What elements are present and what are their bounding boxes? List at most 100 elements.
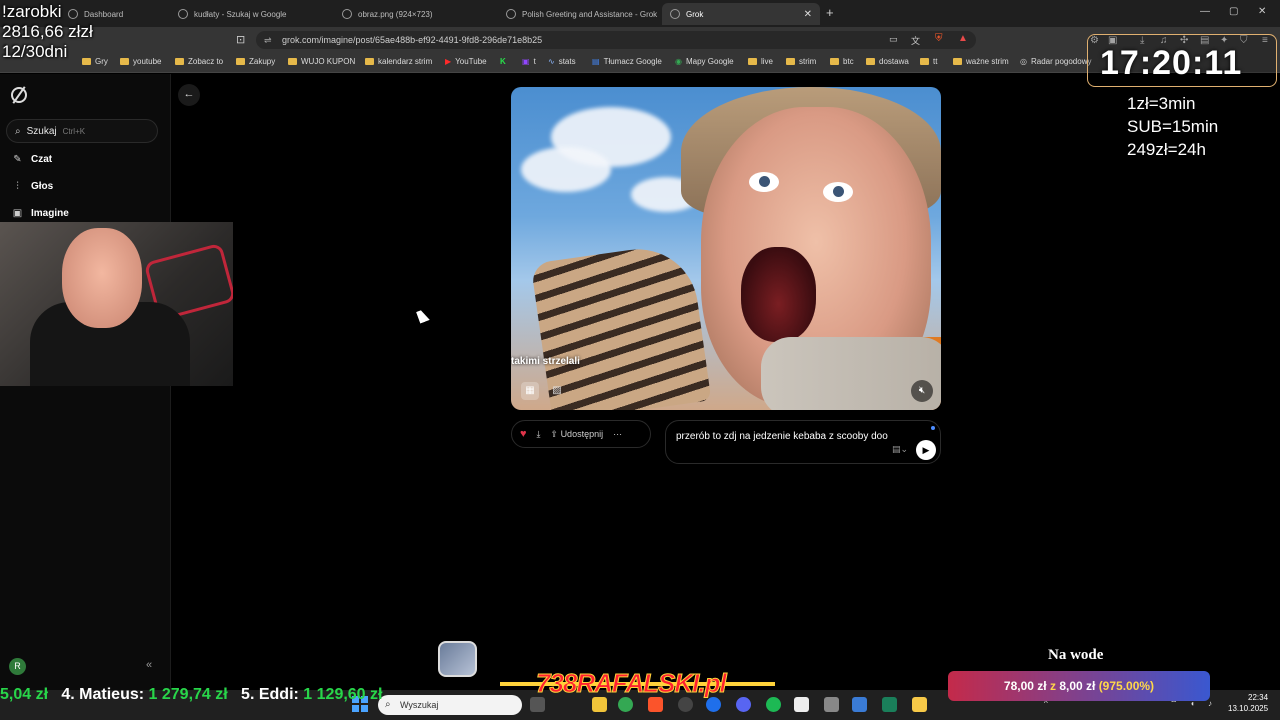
site-info-icon[interactable]: ⇌ <box>264 31 272 49</box>
bookmark-kick[interactable]: K <box>500 57 506 66</box>
folder-icon <box>953 58 962 65</box>
kick-icon: K <box>500 57 506 66</box>
app-green-icon[interactable] <box>882 697 897 712</box>
bookmark-youtube[interactable]: ▶ YouTube <box>445 57 487 66</box>
mute-icon[interactable]: 🔇︎ <box>911 380 933 402</box>
bookmark-tt[interactable]: tt <box>920 57 937 66</box>
search-icon: ⌕ <box>15 125 21 137</box>
tab-image[interactable]: obraz.png (924×723) <box>334 3 494 25</box>
bookmark-wazne[interactable]: ważne strim <box>953 57 1009 66</box>
video-mode-icon[interactable]: ▦ <box>521 382 539 400</box>
grok-icon <box>506 9 516 19</box>
tab-google-search[interactable]: kudłaty - Szukaj w Google <box>170 3 330 25</box>
stats-icon: ∿ <box>548 57 555 66</box>
sponsor-banner: 738RAFALSKI.pl <box>500 668 775 702</box>
calculator-icon[interactable] <box>824 697 839 712</box>
search-icon: ⌕ <box>385 699 391 710</box>
capcut-icon[interactable] <box>794 697 809 712</box>
tab-grok-active[interactable]: Grok ✕ <box>662 3 820 25</box>
download-icon[interactable]: ⤓ <box>537 429 541 440</box>
send-button[interactable]: ▶ <box>916 440 936 460</box>
collapse-sidebar-icon[interactable]: « <box>146 659 152 671</box>
eye <box>749 172 779 192</box>
maps-icon: ◉ <box>675 57 682 66</box>
grok-logo-icon[interactable] <box>11 87 27 103</box>
eye <box>823 182 853 202</box>
more-options-icon[interactable]: ··· <box>613 429 622 439</box>
mouth <box>741 247 816 342</box>
mode-select-icon[interactable]: ▤⌄ <box>892 444 908 455</box>
maximize-icon[interactable]: ▢ <box>1229 6 1238 17</box>
like-heart-icon[interactable]: ♥ <box>520 428 527 440</box>
grok-icon <box>670 9 680 19</box>
url-field[interactable]: ⇌ grok.com/imagine/post/65ae488b-ef92-449… <box>256 31 976 49</box>
twitch-icon: ▣ <box>522 57 530 66</box>
bookmark-kalendarz[interactable]: kalendarz strim <box>365 57 432 66</box>
translate-icon[interactable]: 文 <box>911 34 920 47</box>
edit-icon: ✎ <box>13 154 22 165</box>
bookmark-stats[interactable]: ∿ stats <box>548 57 576 66</box>
close-window-icon[interactable]: ✕ <box>1258 6 1266 17</box>
youtube-icon: ▶ <box>445 57 452 66</box>
bookmark-btc[interactable]: btc <box>830 57 854 66</box>
user-avatar[interactable]: R <box>9 658 26 675</box>
minimize-icon[interactable]: — <box>1200 6 1210 17</box>
webcam-overlay <box>0 222 233 386</box>
share-button[interactable]: ⇪ Udostępnij <box>551 429 604 440</box>
folder-icon <box>830 58 839 65</box>
folder-icon <box>920 58 929 65</box>
bookmark-maps[interactable]: ◉ Mapy Google <box>675 57 734 66</box>
bookmark-radar[interactable]: ◎ Radar pogodowy <box>1020 57 1091 66</box>
folder-icon <box>866 58 875 65</box>
sidebar-item-czat[interactable]: ✎ Czat <box>12 154 52 165</box>
bookmark-translate[interactable]: ▤ Tłumacz Google <box>592 57 662 66</box>
back-button[interactable]: ← <box>178 84 200 106</box>
bookmark-youtube-folder[interactable]: youtube <box>120 57 161 66</box>
earnings-overlay: !zarobki 2816,66 złzł 12/30dni <box>2 2 93 61</box>
speaker-icon[interactable]: ♪ <box>1208 699 1212 708</box>
notes-icon[interactable] <box>912 697 927 712</box>
app-x-icon[interactable] <box>852 697 867 712</box>
google-icon <box>178 9 188 19</box>
folder-icon <box>786 58 795 65</box>
radar-icon: ◎ <box>1020 57 1027 66</box>
floating-thumbnail[interactable] <box>438 641 477 677</box>
folder-icon <box>288 58 297 65</box>
bookmark-live[interactable]: live <box>748 57 773 66</box>
bookmark-twitch[interactable]: ▣ t <box>522 57 536 66</box>
folder-icon <box>120 58 129 65</box>
status-dot <box>931 426 935 430</box>
rates-overlay: 1zł=3min SUB=15min 249zł=24h <box>1127 94 1219 159</box>
folder-icon <box>175 58 184 65</box>
bookmark-strim[interactable]: strim <box>786 57 816 66</box>
bookmark-dostawa[interactable]: dostawa <box>866 57 909 66</box>
sidebar-item-imagine[interactable]: ▣ Imagine <box>12 208 69 219</box>
image-mode-icon[interactable]: ▨ <box>548 382 566 400</box>
bookmark-zakupy[interactable]: Zakupy <box>236 57 275 66</box>
folder-icon <box>748 58 757 65</box>
prompt-input[interactable]: przerób to zdj na jedzenie kebaba z scoo… <box>665 420 941 464</box>
donation-goal-bar: 78,00 zł z 8,00 zł (975.00%) <box>948 671 1210 701</box>
streamer-head <box>62 228 142 328</box>
screen-cast-icon[interactable]: ▭ <box>889 34 898 45</box>
taskbar-clock[interactable]: 22:34 13.10.2025 <box>1228 692 1268 714</box>
video-caption: takimi strzelali <box>511 356 580 367</box>
brave-shield-icon[interactable]: ⛨ <box>935 33 943 44</box>
globe-icon <box>342 9 352 19</box>
bookmark-icon[interactable]: ⊡ <box>236 33 245 46</box>
donor-leaderboard: 5,04 zł 4. Matieus: 1 279,74 zł 5. Eddi:… <box>0 686 383 703</box>
close-tab-icon[interactable]: ✕ <box>804 9 812 20</box>
brave-rewards-icon[interactable]: ▲ <box>958 33 968 44</box>
tab-grok-greeting[interactable]: Polish Greeting and Assistance - Grok <box>498 3 658 25</box>
sidebar-item-glos[interactable]: ⫶ Głos <box>12 181 53 192</box>
folder-icon <box>365 58 374 65</box>
waveform-icon: ⫶ <box>16 181 19 192</box>
search-input[interactable]: ⌕ Szukaj Ctrl+K <box>6 119 158 143</box>
bookmark-zobacz[interactable]: Zobacz to <box>175 57 223 66</box>
goal-title: Na wode <box>1048 647 1104 663</box>
image-icon: ▣ <box>12 208 23 219</box>
mouse-cursor <box>416 308 430 324</box>
bookmark-wujo[interactable]: WUJO KUPON <box>288 57 355 66</box>
new-tab-button[interactable]: + <box>826 5 834 20</box>
post-actions: ♥ ⤓ ⇪ Udostępnij ··· <box>511 420 651 448</box>
